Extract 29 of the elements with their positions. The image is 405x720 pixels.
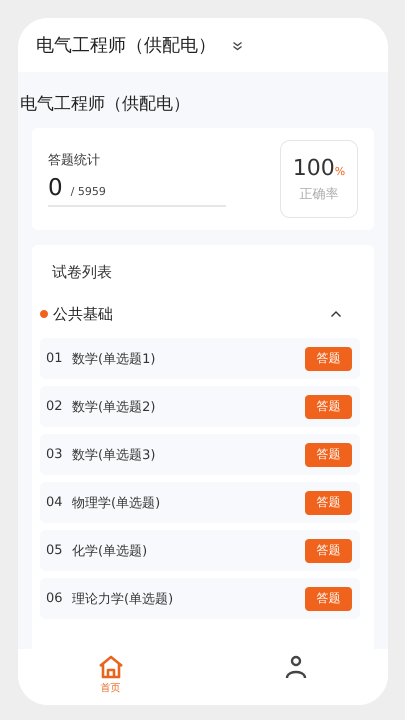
stats-label: 答题统计 <box>48 152 101 169</box>
paper-row[interactable]: 01 数学(单选题1) 答题 <box>40 338 360 379</box>
paper-row[interactable]: 04 物理学(单选题) 答题 <box>40 482 360 523</box>
home-icon <box>98 655 124 679</box>
chevron-down-icon[interactable] <box>232 41 243 51</box>
page-title: 电气工程师（供配电） <box>20 93 191 116</box>
paper-name: 物理学(单选题) <box>72 494 160 512</box>
list-title: 试卷列表 <box>51 263 113 282</box>
total-count: / 5959 <box>70 185 106 198</box>
paper-row[interactable]: 03 数学(单选题3) 答题 <box>40 434 360 475</box>
paper-number: 02 <box>46 399 64 414</box>
paper-row[interactable]: 05 化学(单选题) 答题 <box>40 530 360 571</box>
paper-row[interactable]: 06 理论力学(单选题) 答题 <box>40 578 360 619</box>
paper-number: 03 <box>46 447 64 462</box>
paper-name: 化学(单选题) <box>72 542 148 560</box>
accuracy-label: 正确率 <box>300 186 338 202</box>
paper-name: 数学(单选题1) <box>72 350 156 368</box>
paper-number: 01 <box>46 351 64 366</box>
paper-name: 数学(单选题2) <box>72 398 156 416</box>
paper-name: 理论力学(单选题) <box>72 590 174 608</box>
paper-number: 06 <box>46 591 64 606</box>
accuracy-value: 100% <box>292 156 346 180</box>
paper-row[interactable]: 02 数学(单选题2) 答题 <box>40 386 360 427</box>
paper-name: 数学(单选题3) <box>72 446 156 464</box>
paper-number: 05 <box>46 543 64 558</box>
section-title[interactable]: 公共基础 <box>53 304 113 324</box>
caret-icon[interactable] <box>330 310 342 318</box>
paper-number: 04 <box>46 495 64 510</box>
answered-count: 0 <box>48 175 63 201</box>
